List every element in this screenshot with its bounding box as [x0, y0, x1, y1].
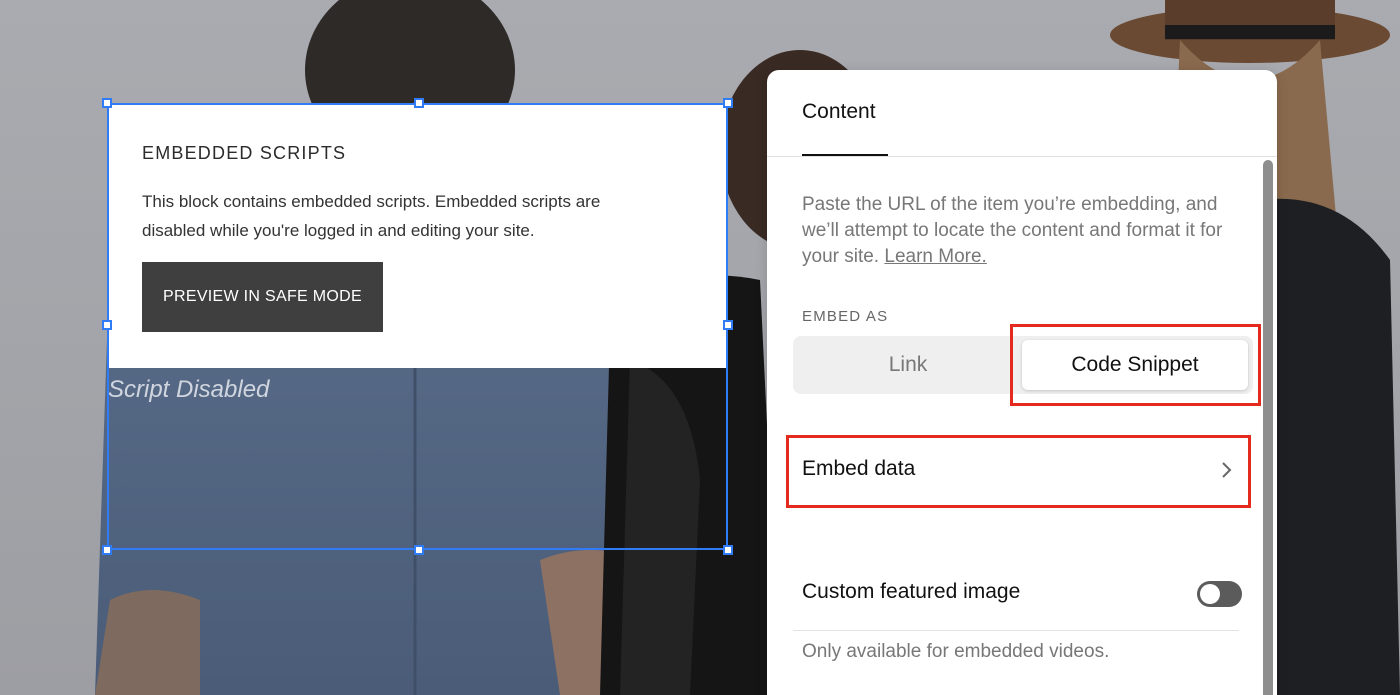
resize-handle-top-right[interactable]	[723, 98, 733, 108]
block-settings-panel: Content Paste the URL of the item you’re…	[767, 70, 1277, 695]
resize-handle-bottom[interactable]	[414, 545, 424, 555]
embed-as-option-link[interactable]: Link	[793, 336, 1023, 394]
embed-help-sentence: Paste the URL of the item you’re embeddi…	[802, 194, 1223, 267]
featured-image-divider	[793, 630, 1239, 631]
toggle-knob	[1200, 584, 1220, 604]
code-snippet-highlight	[1010, 324, 1261, 406]
resize-handle-right[interactable]	[723, 320, 733, 330]
panel-scrollbar[interactable]	[1263, 160, 1273, 695]
tab-divider	[767, 156, 1277, 157]
block-selection-outline	[107, 103, 728, 550]
resize-handle-top-left[interactable]	[102, 98, 112, 108]
custom-featured-image-help: Only available for embedded videos.	[802, 641, 1110, 662]
embed-as-label: EMBED AS	[802, 308, 889, 325]
tab-content[interactable]: Content	[802, 100, 876, 124]
resize-handle-bottom-right[interactable]	[723, 545, 733, 555]
resize-handle-bottom-left[interactable]	[102, 545, 112, 555]
resize-handle-top[interactable]	[414, 98, 424, 108]
embed-data-highlight	[786, 435, 1251, 508]
resize-handle-left[interactable]	[102, 320, 112, 330]
custom-featured-image-toggle[interactable]	[1197, 581, 1242, 607]
learn-more-link[interactable]: Learn More.	[884, 246, 986, 267]
editor-canvas: EMBEDDED SCRIPTS This block contains emb…	[0, 0, 1400, 695]
custom-featured-image-label: Custom featured image	[802, 580, 1021, 603]
embed-help-text: Paste the URL of the item you’re embeddi…	[802, 192, 1252, 270]
